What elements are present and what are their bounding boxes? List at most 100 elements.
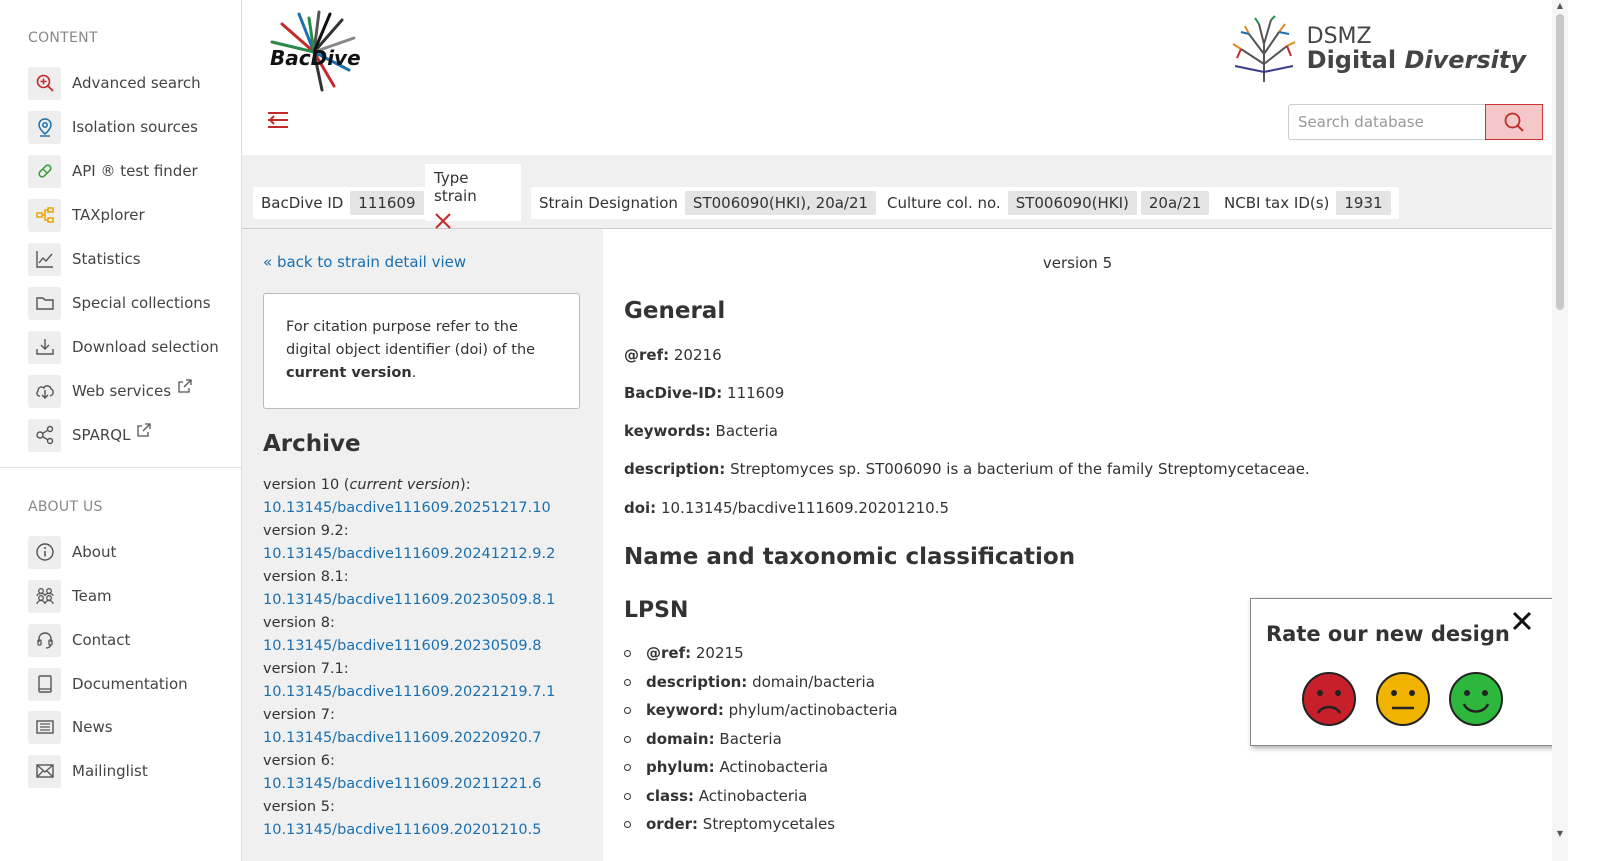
rating-popup: Rate our new design	[1250, 598, 1553, 746]
archive-version-label: version 10 (current version):	[263, 474, 593, 497]
field-value: Streptomycetales	[702, 815, 836, 833]
sidebar-item-label: TAXplorer	[72, 206, 145, 224]
cloud-download-icon	[28, 374, 61, 408]
culture-col-chip: Culture col. no. ST006090(HKI) 20a/21	[879, 187, 1218, 219]
sidebar-item-api-test-finder[interactable]: API ® test finder	[28, 154, 198, 188]
version-label: version 5	[1042, 254, 1113, 272]
sidebar-item-about[interactable]: About	[28, 535, 116, 569]
page-scrollbar[interactable]: ▲ ▼	[1552, 0, 1568, 861]
happy-face-icon[interactable]	[1448, 671, 1504, 727]
culture-col-value[interactable]: 20a/21	[1140, 191, 1210, 215]
strain-designation-chip: Strain Designation ST006090(HKI), 20a/21	[531, 187, 885, 219]
archive-doi-link[interactable]: 10.13145/bacdive111609.20241212.9.2	[263, 543, 593, 566]
archive-panel: « back to strain detail view For citatio…	[242, 229, 603, 861]
archive-version-label: version 5:	[263, 799, 335, 815]
sidebar-item-isolation-sources[interactable]: Isolation sources	[28, 110, 198, 144]
download-icon	[28, 330, 61, 364]
sidebar-item-statistics[interactable]: Statistics	[28, 242, 141, 276]
section-title-lpsn: LPSN	[624, 598, 689, 623]
archive-current-text: current version	[349, 477, 461, 493]
lpsn-list: @ref: 20215 description: domain/bacteria…	[624, 639, 898, 839]
rating-title: Rate our new design	[1266, 622, 1510, 646]
sidebar-item-label: News	[72, 718, 113, 736]
field-value: phylum/actinobacteria	[728, 701, 898, 719]
info-icon	[28, 535, 61, 569]
archive-doi-link[interactable]: 10.13145/bacdive111609.20220920.7	[263, 727, 593, 750]
archive-doi-link[interactable]: 10.13145/bacdive111609.20221219.7.1	[263, 681, 593, 704]
scroll-down-icon[interactable]: ▼	[1555, 830, 1565, 838]
field-value: Actinobacteria	[698, 786, 808, 805]
field-key: keywords:	[624, 422, 711, 440]
sidebar-item-news[interactable]: News	[28, 710, 113, 744]
scroll-up-icon[interactable]: ▲	[1555, 2, 1565, 10]
sidebar-item-label: Documentation	[72, 675, 188, 693]
external-link-icon	[137, 423, 152, 437]
field-value: Actinobacteria	[719, 758, 829, 776]
scroll-thumb[interactable]	[1556, 14, 1564, 310]
search-plus-icon	[28, 66, 61, 100]
sidebar-item-mailinglist[interactable]: Mailinglist	[28, 754, 148, 788]
search-input[interactable]	[1288, 104, 1486, 140]
ncbi-tax-value[interactable]: 1931	[1336, 191, 1391, 215]
sidebar-item-taxplorer[interactable]: TAXplorer	[28, 198, 145, 232]
search-button[interactable]	[1485, 104, 1543, 140]
list-item: phylum: Actinobacteria	[624, 753, 898, 782]
sidebar-item-label: SPARQL	[72, 426, 131, 444]
team-icon	[28, 579, 61, 613]
tree-icon	[28, 198, 61, 232]
dsmz-subtitle-word2: Diversity	[1404, 46, 1526, 74]
content-section-title: CONTENT	[28, 30, 98, 46]
section-title-general: General	[624, 298, 726, 324]
field-ref: @ref: 20216	[624, 346, 722, 364]
sidebar-item-sparql[interactable]: SPARQL	[28, 418, 152, 452]
list-item: domain: Bacteria	[624, 725, 898, 754]
close-icon[interactable]	[1510, 609, 1534, 633]
field-value: Bacteria	[715, 422, 778, 440]
citation-text: For citation purpose refer to the digita…	[286, 319, 536, 358]
sad-face-icon[interactable]	[1301, 671, 1357, 727]
sidebar-item-label: Advanced search	[72, 74, 201, 92]
envelope-icon	[28, 754, 61, 788]
field-key: BacDive-ID:	[624, 384, 723, 402]
neutral-face-icon[interactable]	[1375, 671, 1431, 727]
archive-doi-link[interactable]: 10.13145/bacdive111609.20251217.10	[263, 497, 593, 520]
section-title-taxonomy: Name and taxonomic classification	[624, 544, 1076, 570]
sidebar-item-special-collections[interactable]: Special collections	[28, 286, 211, 320]
archive-doi-link[interactable]: 10.13145/bacdive111609.20230509.8.1	[263, 589, 593, 612]
dsmz-subtitle: Digital Diversity	[1307, 48, 1526, 72]
sidebar-item-label: Web services	[72, 382, 172, 400]
sidebar-item-label: Isolation sources	[72, 118, 198, 136]
dsmz-logo[interactable]: DSMZ Digital Diversity	[1229, 14, 1526, 84]
bacdive-logo-text: BacDive	[270, 46, 361, 70]
header: BacDive DSMZ Digital Diversity	[242, 0, 1566, 155]
sidebar-item-web-services[interactable]: Web services	[28, 374, 193, 408]
chart-line-icon	[28, 242, 61, 276]
back-to-strain-link[interactable]: « back to strain detail view	[263, 253, 466, 271]
sidebar-item-contact[interactable]: Contact	[28, 623, 130, 657]
ncbi-tax-label: NCBI tax ID(s)	[1224, 194, 1330, 212]
sidebar-item-team[interactable]: Team	[28, 579, 112, 613]
archive-doi-link[interactable]: 10.13145/bacdive111609.20211221.6	[263, 773, 593, 796]
list-item: keyword: phylum/actinobacteria	[624, 696, 898, 725]
culture-col-value[interactable]: ST006090(HKI)	[1007, 191, 1137, 215]
dsmz-title: DSMZ	[1306, 24, 1372, 49]
search-icon	[1504, 112, 1524, 132]
type-strain-chip: Type strain	[425, 164, 521, 229]
archive-version-label: version 9.2:	[263, 523, 349, 539]
field-value: Streptomyces sp. ST006090 is a bacterium…	[730, 460, 1310, 478]
field-key: class:	[646, 786, 695, 805]
field-keywords: keywords: Bacteria	[624, 422, 778, 440]
archive-doi-link[interactable]: 10.13145/bacdive111609.20230509.8	[263, 635, 593, 658]
sidebar-item-label: Statistics	[72, 250, 141, 268]
field-value: 20216	[673, 346, 722, 364]
main-content: version 5 General @ref: 20216 BacDive-ID…	[603, 229, 1552, 861]
sidebar-item-download-selection[interactable]: Download selection	[28, 330, 219, 364]
sidebar-item-advanced-search[interactable]: Advanced search	[28, 66, 201, 100]
sidebar-item-label: Contact	[72, 631, 131, 649]
field-value: 111609	[727, 384, 785, 402]
ncbi-tax-chip: NCBI tax ID(s) 1931	[1216, 187, 1399, 219]
archive-doi-link[interactable]: 10.13145/bacdive111609.20201210.5	[263, 819, 593, 842]
sidebar-item-documentation[interactable]: Documentation	[28, 667, 188, 701]
collapse-menu-icon[interactable]	[266, 108, 290, 132]
archive-version-suffix: ):	[460, 477, 471, 493]
